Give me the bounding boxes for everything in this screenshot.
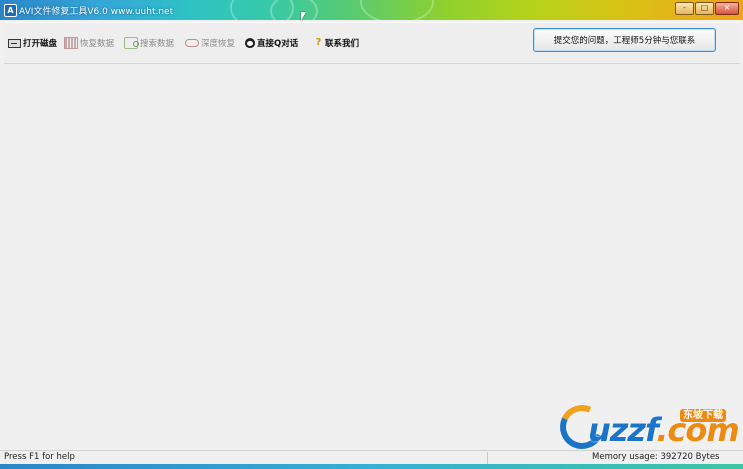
close-button[interactable]: × bbox=[715, 2, 739, 15]
data-icon bbox=[64, 37, 78, 49]
help-icon: ? bbox=[315, 37, 322, 48]
title-bar-decoration bbox=[360, 0, 434, 20]
qq-chat-label: 直接Q对话 bbox=[257, 39, 299, 49]
deep-recover-button[interactable]: 深度恢复 bbox=[185, 36, 235, 50]
recover-data-label: 恢复数据 bbox=[80, 39, 115, 49]
open-disk-button[interactable]: 打开磁盘 bbox=[8, 36, 57, 50]
search-data-icon bbox=[124, 37, 139, 49]
status-help-text: Press F1 for help bbox=[4, 452, 75, 462]
search-data-button[interactable]: 搜索数据 bbox=[124, 36, 174, 50]
deep-recover-icon bbox=[185, 39, 199, 47]
disk-icon bbox=[8, 38, 21, 48]
contact-us-label: 联系我们 bbox=[325, 39, 360, 49]
toolbar: 打开磁盘 恢复数据 搜索数据 深度恢复 直接Q对话 ? 联系我们 提交您的问题，… bbox=[4, 22, 740, 64]
contact-us-button[interactable]: ? 联系我们 bbox=[314, 36, 359, 50]
qq-icon bbox=[245, 38, 255, 48]
main-content-area bbox=[4, 64, 740, 448]
status-bar: Press F1 for help Memory usage: 392720 B… bbox=[0, 450, 743, 465]
watermark-main: uzzf bbox=[588, 411, 657, 449]
memory-usage-text: Memory usage: 392720 Bytes bbox=[592, 452, 720, 462]
qq-chat-button[interactable]: 直接Q对话 bbox=[245, 36, 298, 50]
title-bar[interactable]: A AVI文件修复工具V6.0 www.uuht.net - □ × bbox=[0, 0, 743, 20]
window-title: AVI文件修复工具V6.0 www.uuht.net bbox=[19, 7, 174, 17]
watermark-badge: 东坡下载 bbox=[680, 409, 726, 422]
watermark-logo: uzzf.com 东坡下载 bbox=[553, 398, 740, 456]
taskbar-edge bbox=[0, 464, 743, 469]
title-bar-decoration bbox=[270, 0, 318, 20]
recover-data-button[interactable]: 恢复数据 bbox=[64, 36, 114, 50]
maximize-button[interactable]: □ bbox=[695, 2, 714, 15]
mouse-cursor-icon bbox=[301, 12, 306, 21]
window-controls: - □ × bbox=[675, 2, 739, 15]
search-data-label: 搜索数据 bbox=[140, 39, 175, 49]
deep-recover-label: 深度恢复 bbox=[201, 39, 236, 49]
app-icon: A bbox=[4, 4, 17, 17]
submit-question-button[interactable]: 提交您的问题，工程师5分钟与您联系 bbox=[533, 28, 716, 52]
open-disk-label: 打开磁盘 bbox=[23, 39, 58, 49]
status-divider bbox=[487, 452, 488, 464]
minimize-button[interactable]: - bbox=[675, 2, 694, 15]
